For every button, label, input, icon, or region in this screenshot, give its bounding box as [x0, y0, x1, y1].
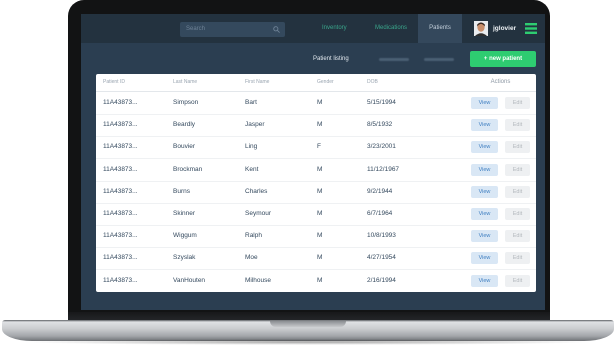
gender-cell: M: [317, 232, 323, 240]
dob-cell: 4/27/1954: [367, 254, 396, 262]
table-row: 11A43873... VanHouten Milhouse M 2/16/1994 Vi…: [96, 270, 536, 292]
gender-cell: M: [317, 276, 323, 284]
edit-button[interactable]: Edit: [505, 141, 530, 154]
patient-id-cell: 11A43873...: [103, 276, 138, 284]
gender-cell: M: [317, 99, 323, 106]
laptop-mockup: Search Inventory Medications Patients jg…: [0, 0, 616, 348]
first-name-cell: Bart: [245, 99, 257, 106]
gender-cell: M: [317, 210, 323, 217]
patient-id-cell: 11A43873...: [103, 232, 138, 240]
edit-button[interactable]: Edit: [505, 163, 530, 176]
gender-cell: M: [317, 165, 323, 173]
patient-id-cell: 11A43873...: [103, 165, 138, 173]
search-input[interactable]: Search: [180, 22, 285, 37]
patient-id-cell: 11A43873...: [103, 254, 138, 262]
first-name-cell: Ling: [245, 143, 258, 151]
patient-id-cell: 11A43873...: [103, 187, 138, 195]
view-button[interactable]: View: [471, 97, 498, 109]
patient-id-cell: 11A43873...: [103, 210, 138, 217]
dob-cell: 11/12/1967: [367, 165, 400, 173]
gender-cell: M: [317, 121, 323, 129]
user-avatar[interactable]: [474, 21, 488, 36]
dob-cell: 9/2/1944: [367, 187, 393, 195]
first-name-cell: Moe: [245, 254, 258, 262]
nav-item-medications[interactable]: Medications: [375, 14, 407, 43]
first-name-cell: Seymour: [245, 210, 272, 217]
column-header-patient-id[interactable]: Patient ID: [103, 74, 125, 91]
patient-id-cell: 11A43873...: [103, 99, 138, 106]
edit-button[interactable]: Edit: [505, 274, 530, 287]
first-name-cell: Jasper: [245, 121, 265, 129]
username[interactable]: jglovier: [493, 14, 516, 43]
first-name-cell: Charles: [245, 187, 268, 195]
edit-button[interactable]: Edit: [505, 119, 530, 132]
top-nav: Search Inventory Medications Patients jg…: [81, 14, 545, 43]
table-row: 11A43873... Szyslak Moe M 4/27/1954 View Edit: [96, 247, 536, 271]
column-header-first-name[interactable]: First Name: [245, 74, 269, 91]
page-title: Patient listing: [313, 56, 349, 62]
app-screen: Search Inventory Medications Patients jg…: [81, 14, 545, 310]
dob-cell: 2/16/1994: [367, 276, 396, 284]
dob-cell: 8/5/1932: [367, 121, 393, 129]
gender-cell: F: [317, 143, 321, 151]
column-header-actions: Actions: [490, 79, 511, 85]
hamburger-menu-icon[interactable]: [525, 23, 537, 34]
edit-button[interactable]: Edit: [505, 185, 530, 198]
last-name-cell: Brockman: [173, 165, 203, 173]
search-placeholder: Search: [186, 26, 206, 32]
table-row: 11A43873... Bouvier Ling F 3/23/2001 View Edit: [96, 136, 536, 160]
table-row: 11A43873... Beardly Jasper M 8/5/1932 View Edi…: [96, 114, 536, 138]
column-header-last-name[interactable]: Last Name: [173, 74, 197, 91]
gender-cell: M: [317, 254, 323, 262]
column-header-dob[interactable]: DOB: [367, 74, 378, 91]
first-name-cell: Ralph: [245, 232, 262, 240]
dob-cell: 3/23/2001: [367, 143, 396, 151]
view-button[interactable]: View: [471, 141, 498, 154]
column-header-gender[interactable]: Gender: [317, 74, 334, 91]
search-icon[interactable]: [273, 26, 280, 33]
view-button[interactable]: View: [471, 163, 498, 176]
view-button[interactable]: View: [471, 252, 498, 265]
dob-cell: 5/15/1994: [367, 99, 396, 106]
last-name-cell: Beardly: [173, 121, 196, 129]
edit-button[interactable]: Edit: [505, 230, 530, 243]
nav-item-patients[interactable]: Patients: [418, 14, 462, 43]
dob-cell: 6/7/1964: [367, 210, 393, 217]
last-name-cell: VanHouten: [173, 276, 206, 284]
table-row: 11A43873... Simpson Bart M 5/15/1994 View Edit: [96, 92, 536, 115]
last-name-cell: Burns: [173, 187, 190, 195]
table-row: 11A43873... Burns Charles M 9/2/1944 View Edit: [96, 181, 536, 204]
patient-id-cell: 11A43873...: [103, 143, 138, 151]
dob-cell: 10/8/1993: [367, 232, 396, 240]
table-row: 11A43873... Wiggum Ralph M 10/8/1993 View Edit: [96, 225, 536, 249]
last-name-cell: Wiggum: [173, 232, 197, 240]
edit-button[interactable]: Edit: [505, 252, 530, 265]
table-header: Patient ID Last Name First Name Gender D…: [96, 74, 536, 92]
last-name-cell: Bouvier: [173, 143, 196, 151]
last-name-cell: Simpson: [173, 99, 199, 106]
nav-item-inventory[interactable]: Inventory: [322, 14, 347, 43]
patient-id-cell: 11A43873...: [103, 121, 138, 129]
view-button[interactable]: View: [471, 230, 498, 243]
laptop-shadow: [20, 339, 596, 345]
toolbar-tab-placeholder[interactable]: [379, 58, 409, 61]
laptop-notch: [270, 321, 346, 327]
view-button[interactable]: View: [471, 185, 498, 198]
table-row: 11A43873... Brockman Kent M 11/12/1967 View Ed…: [96, 159, 536, 182]
view-button[interactable]: View: [471, 208, 498, 220]
last-name-cell: Szyslak: [173, 254, 196, 262]
toolbar-tab-placeholder[interactable]: [424, 58, 454, 61]
new-patient-button[interactable]: + new patient: [470, 51, 536, 67]
view-button[interactable]: View: [471, 119, 498, 132]
edit-button[interactable]: Edit: [505, 208, 530, 220]
patient-table: Patient ID Last Name First Name Gender D…: [96, 74, 536, 292]
table-row: 11A43873... Skinner Seymour M 6/7/1964 View Ed…: [96, 203, 536, 226]
view-button[interactable]: View: [471, 274, 498, 287]
first-name-cell: Milhouse: [245, 276, 272, 284]
edit-button[interactable]: Edit: [505, 97, 530, 109]
last-name-cell: Skinner: [173, 210, 196, 217]
gender-cell: M: [317, 187, 323, 195]
first-name-cell: Kent: [245, 165, 259, 173]
